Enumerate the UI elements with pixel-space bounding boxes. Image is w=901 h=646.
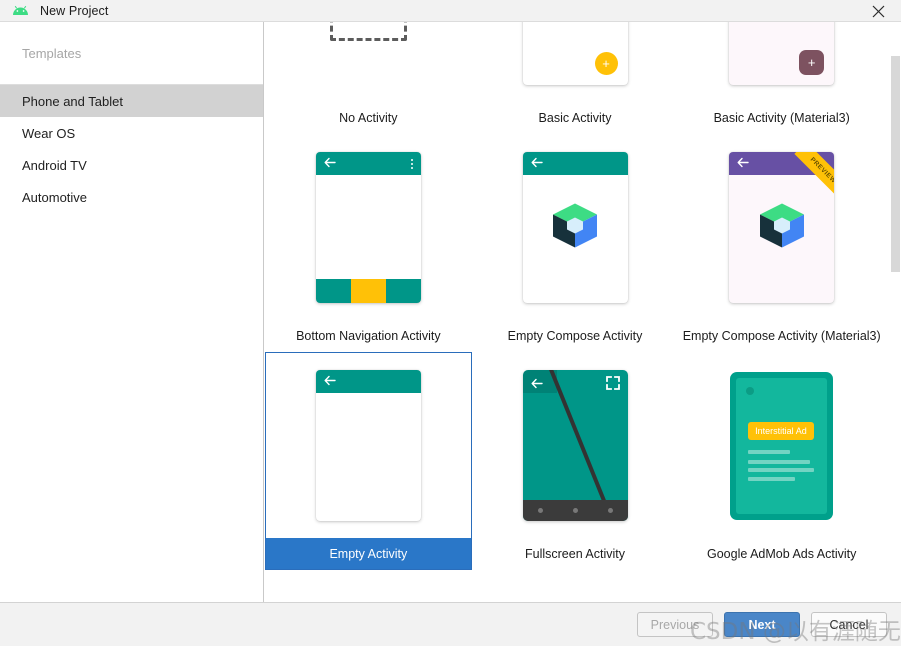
nav-dot (537, 508, 543, 514)
previous-button[interactable]: Previous (637, 612, 713, 637)
empty-compose-thumbnail (473, 135, 678, 320)
placeholder-line (748, 449, 791, 454)
nav-dot (607, 508, 613, 514)
phone-preview: PREVIEW (729, 152, 835, 304)
nav-segment-active (350, 279, 386, 304)
close-icon[interactable] (855, 0, 901, 22)
template-card-empty-activity[interactable]: Empty Activity (265, 352, 472, 570)
template-card-no-activity[interactable]: No Activity (265, 22, 472, 134)
back-arrow-icon (531, 155, 543, 173)
app-bar (522, 152, 628, 176)
app-bar (315, 370, 421, 394)
template-card-label: No Activity (339, 110, 398, 125)
template-row: Bottom Navigation Activity Empty Compose… (265, 134, 885, 352)
phone-preview (315, 152, 421, 304)
title-bar: New Project (0, 0, 901, 22)
phone-preview (522, 370, 628, 522)
template-card-label: Fullscreen Activity (524, 546, 626, 561)
phone-preview (315, 370, 421, 522)
camera-dot-icon (746, 386, 755, 395)
no-activity-thumbnail (266, 22, 471, 102)
sidebar-item-label: Automotive (22, 189, 88, 205)
template-card-label: Basic Activity (Material3) (713, 110, 850, 125)
nav-segment (385, 279, 421, 304)
empty-compose-m3-thumbnail: PREVIEW (679, 135, 884, 320)
template-grid-scrollbar-track[interactable] (890, 22, 901, 602)
window-title: New Project (40, 3, 109, 18)
phone-preview: Interstitial Ad (730, 371, 834, 520)
template-row: No Activity + Basic Activity + Basic Act… (265, 22, 885, 134)
new-project-dialog: New Project Templates Phone and Tablet W… (0, 0, 901, 646)
template-card-label: Empty Activity (266, 538, 471, 569)
bottom-navigation-thumbnail (266, 135, 471, 320)
placeholder-line (748, 459, 811, 464)
back-arrow-icon (324, 373, 336, 391)
dashed-rectangle-icon (329, 22, 407, 41)
fullscreen-expand-icon (605, 376, 620, 395)
sidebar-item-wear-os[interactable]: Wear OS (0, 117, 263, 149)
interstitial-ad-chip: Interstitial Ad (748, 421, 814, 440)
template-card-fullscreen-activity[interactable]: Fullscreen Activity (472, 352, 679, 570)
template-card-bottom-navigation-activity[interactable]: Bottom Navigation Activity (265, 134, 472, 352)
fullscreen-activity-thumbnail (473, 353, 678, 538)
preview-ribbon: PREVIEW (788, 152, 835, 199)
template-card-empty-compose-activity-material3[interactable]: PREVIEW Empty Compose Activity (Material… (678, 134, 885, 352)
sidebar-item-automotive[interactable]: Automotive (0, 181, 263, 213)
template-category-sidebar: Templates Phone and Tablet Wear OS Andro… (0, 22, 264, 602)
empty-activity-thumbnail (266, 353, 471, 538)
template-card-basic-activity-material3[interactable]: + Basic Activity (Material3) (678, 22, 885, 134)
surface-card: + (729, 22, 835, 86)
overflow-menu-icon (410, 159, 413, 171)
basic-activity-thumbnail: + (473, 22, 678, 102)
sidebar-item-android-tv[interactable]: Android TV (0, 149, 263, 181)
cancel-button[interactable]: Cancel (811, 612, 887, 637)
template-card-empty-compose-activity[interactable]: Empty Compose Activity (472, 134, 679, 352)
placeholder-line (748, 467, 815, 472)
system-navigation-bar (522, 500, 628, 522)
floating-action-button-icon: + (799, 50, 825, 76)
sidebar-item-label: Phone and Tablet (22, 93, 123, 109)
floating-action-button-icon: + (594, 52, 618, 76)
template-card-label: Bottom Navigation Activity (296, 328, 441, 343)
nav-dot (572, 508, 578, 514)
nav-segment (315, 279, 351, 304)
template-card-google-admob-ads-activity[interactable]: Interstitial Ad Google AdMob Ads Activit… (678, 352, 885, 570)
bottom-navigation-bar (315, 279, 421, 304)
phone-screen: Interstitial Ad (736, 377, 828, 514)
surface-card: + (522, 22, 628, 86)
preview-ribbon-label: PREVIEW (794, 152, 835, 199)
app-bar (315, 152, 421, 176)
sidebar-item-phone-and-tablet[interactable]: Phone and Tablet (0, 85, 263, 117)
next-button[interactable]: Next (724, 612, 800, 637)
template-card-label: Empty Compose Activity (507, 328, 643, 343)
basic-activity-m3-thumbnail: + (679, 22, 884, 102)
template-card-label: Basic Activity (538, 110, 612, 125)
template-grid-scrollbar-thumb[interactable] (891, 56, 900, 272)
back-arrow-icon (531, 376, 543, 394)
android-logo-icon (12, 4, 29, 18)
back-arrow-icon (324, 155, 336, 173)
phone-preview (522, 152, 628, 304)
template-grid: No Activity + Basic Activity + Basic Act… (265, 22, 885, 570)
placeholder-line (748, 476, 796, 481)
template-card-label: Google AdMob Ads Activity (706, 546, 857, 561)
back-arrow-icon (737, 155, 749, 173)
dialog-footer: Previous Next Cancel (0, 602, 901, 646)
jetpack-compose-logo-icon (549, 199, 601, 256)
template-card-label: Empty Compose Activity (Material3) (682, 328, 881, 343)
template-row: Empty Activity Fullscreen Activity Inter… (265, 352, 885, 570)
template-grid-panel: No Activity + Basic Activity + Basic Act… (265, 22, 901, 602)
jetpack-compose-logo-icon (756, 199, 808, 256)
template-card-basic-activity[interactable]: + Basic Activity (472, 22, 679, 134)
sidebar-item-label: Wear OS (22, 125, 76, 141)
admob-activity-thumbnail: Interstitial Ad (679, 353, 884, 538)
sidebar-item-label: Android TV (22, 157, 87, 173)
sidebar-header-label: Templates (0, 22, 263, 85)
